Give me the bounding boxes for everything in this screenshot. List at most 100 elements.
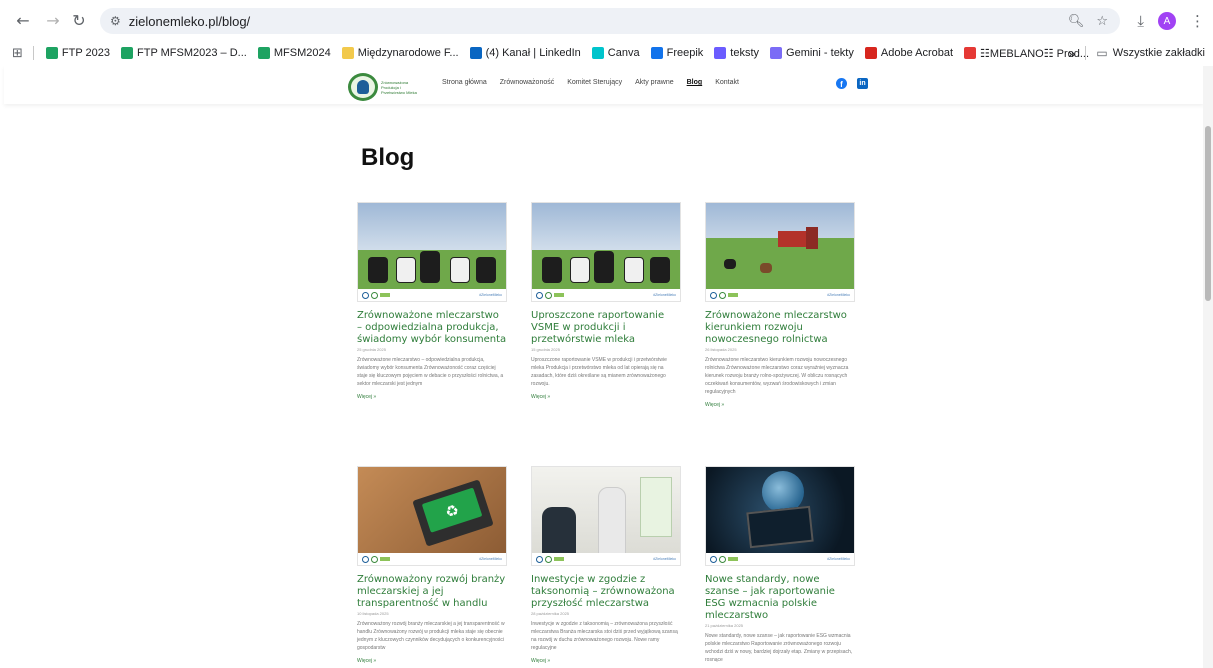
bookmark-item[interactable]: Freepik xyxy=(650,47,703,59)
logo-bar-icon xyxy=(380,557,390,561)
bookmark-item[interactable]: Międzynarodowe F... xyxy=(341,47,459,59)
download-icon[interactable]: ⤓ xyxy=(1137,12,1144,30)
thumbnail-logo-strip: #ZieloneMleko xyxy=(706,289,854,301)
silo xyxy=(806,227,818,249)
profile-avatar[interactable]: A xyxy=(1158,12,1176,30)
read-more-link[interactable]: Więcej » xyxy=(357,394,507,400)
thumbnail-hashtag: #ZieloneMleko xyxy=(653,293,676,297)
menu-kebab-icon[interactable]: ⋮ xyxy=(1190,12,1205,30)
bookmark-label: Międzynarodowe F... xyxy=(357,47,459,59)
post-title-link[interactable]: Nowe standardy, nowe szanse – jak raport… xyxy=(705,574,855,622)
back-arrow-icon[interactable]: ← xyxy=(12,9,34,31)
site-logo[interactable]: Zrównoważona Produkcja i Przetwórstwo Ml… xyxy=(348,72,428,102)
logo-dot-icon xyxy=(371,291,378,299)
address-bar[interactable]: ⚙ zielonemleko.pl/blog/ 🔍︎ ☆ xyxy=(100,8,1120,34)
site-header: Zrównoważona Produkcja i Przetwórstwo Ml… xyxy=(4,66,1204,104)
blog-post-card: #ZieloneMleko Inwestycje w zgodzie z taks… xyxy=(531,466,681,664)
scrollbar[interactable] xyxy=(1203,66,1213,668)
bookmark-item[interactable]: Gemini - tekty xyxy=(770,47,854,59)
nav-link-6[interactable]: Kontakt xyxy=(715,79,739,86)
recycle-icon: ♻ xyxy=(442,500,462,522)
sky xyxy=(532,203,680,257)
thumbnail-hashtag: #ZieloneMleko xyxy=(827,293,850,297)
post-date: 25 grudnia 2025 xyxy=(357,347,386,352)
bookmark-item[interactable]: Canva xyxy=(591,47,640,59)
bookmark-item[interactable]: Adobe Acrobat xyxy=(864,47,953,59)
linkedin-icon[interactable]: in xyxy=(857,78,868,89)
logo-bar-icon xyxy=(554,293,564,297)
bookmark-item[interactable]: (4) Kanał | LinkedIn xyxy=(469,47,581,59)
thumbnail-logo-strip: #ZieloneMleko xyxy=(358,553,506,565)
bookmark-favicon-icon xyxy=(121,47,134,59)
url-text[interactable]: zielonemleko.pl/blog/ xyxy=(129,14,250,29)
post-thumbnail[interactable]: #ZieloneMleko xyxy=(357,202,507,302)
all-bookmarks-folder[interactable]: ▭ Wszystkie zakładki xyxy=(1096,46,1205,60)
post-thumbnail[interactable]: #ZieloneMleko xyxy=(531,202,681,302)
post-title-link[interactable]: Zrównoważony rozwój branży mleczarskiej … xyxy=(357,574,507,610)
bookmark-label: Gemini - tekty xyxy=(786,47,854,59)
tablet xyxy=(746,505,814,549)
logo-dot-icon xyxy=(362,291,369,299)
logo-bar-icon xyxy=(380,293,390,297)
facebook-icon[interactable]: f xyxy=(836,78,847,89)
logo-dot-icon xyxy=(536,291,543,299)
read-more-link[interactable]: Więcej » xyxy=(531,394,681,400)
post-title-link[interactable]: Zrównoważone mleczarstwo kierunkiem rozw… xyxy=(705,310,855,346)
blog-post-card: ♻ #ZieloneMleko Zrównoważony rozwój branży… xyxy=(357,466,507,664)
forward-arrow-icon[interactable]: → xyxy=(42,9,64,31)
cow xyxy=(724,259,736,269)
cow xyxy=(396,257,416,283)
nav-link-4[interactable]: Akty prawne xyxy=(635,79,674,86)
post-title-link[interactable]: Inwestycje w zgodzie z taksonomią – zrów… xyxy=(531,574,681,610)
nav-link-2[interactable]: Zrównoważoność xyxy=(500,79,554,86)
cow xyxy=(650,257,670,283)
thumbnail-logo-strip: #ZieloneMleko xyxy=(532,289,680,301)
post-title-link[interactable]: Uproszczone raportowanie VSME w produkcj… xyxy=(531,310,681,346)
blog-post-card: #ZieloneMleko Nowe standardy, nowe szanse… xyxy=(705,466,855,668)
bookmark-favicon-icon xyxy=(591,47,604,59)
post-excerpt: Zrównoważone mleczarstwo – odpowiedzialn… xyxy=(357,357,504,387)
person xyxy=(542,507,576,555)
nav-link-1[interactable]: Strona główna xyxy=(442,79,487,86)
reload-icon[interactable]: ↻ xyxy=(68,9,90,31)
folder-icon: ▭ xyxy=(1096,46,1108,60)
sky xyxy=(358,203,506,257)
bookmark-item[interactable]: FTP 2023 xyxy=(45,47,110,59)
logo-bar-icon xyxy=(554,557,564,561)
apps-grid-icon[interactable]: ⊞ xyxy=(12,46,23,61)
bookmark-favicon-icon xyxy=(714,47,727,59)
post-title-link[interactable]: Zrównoważone mleczarstwo – odpowiedzialn… xyxy=(357,310,507,346)
post-excerpt: Nowe standardy, nowe szanse – jak raport… xyxy=(705,633,853,663)
post-thumbnail[interactable]: #ZieloneMleko xyxy=(705,202,855,302)
read-more-link[interactable]: Więcej » xyxy=(357,658,507,664)
thumbnail-logo-strip: #ZieloneMleko xyxy=(532,553,680,565)
post-thumbnail[interactable]: ♻ #ZieloneMleko xyxy=(357,466,507,566)
thumbnail-hashtag: #ZieloneMleko xyxy=(653,557,676,561)
blog-post-card: #ZieloneMleko Zrównoważone mleczarstwo – … xyxy=(357,202,507,400)
post-thumbnail[interactable]: #ZieloneMleko xyxy=(705,466,855,566)
logo-bar-icon xyxy=(728,293,738,297)
read-more-link[interactable]: Więcej » xyxy=(705,402,855,408)
logo-dot-icon xyxy=(710,291,717,299)
bookmark-star-icon[interactable]: ☆ xyxy=(1096,14,1108,29)
thumbnail-hashtag: #ZieloneMleko xyxy=(479,557,502,561)
nav-link-3[interactable]: Komitet Sterujący xyxy=(567,79,622,86)
scrollbar-thumb[interactable] xyxy=(1205,126,1211,301)
presentation-board xyxy=(640,477,672,537)
site-info-icon[interactable]: ⚙ xyxy=(110,14,121,28)
read-more-link[interactable]: Więcej » xyxy=(531,658,681,664)
post-thumbnail[interactable]: #ZieloneMleko xyxy=(531,466,681,566)
bookmark-item[interactable]: teksty xyxy=(714,47,759,59)
zoom-icon[interactable]: 🔍︎ xyxy=(1068,14,1085,29)
nav-link-5[interactable]: Blog xyxy=(687,79,703,86)
bookmark-label: teksty xyxy=(730,47,760,59)
person xyxy=(598,487,626,555)
post-excerpt: Zrównoważone mleczarstwo kierunkiem rozw… xyxy=(705,357,849,395)
thumbnail-hashtag: #ZieloneMleko xyxy=(479,293,502,297)
logo-dot-icon xyxy=(362,555,369,563)
social-links: f in xyxy=(836,78,868,89)
cow xyxy=(476,257,496,283)
bookmark-item[interactable]: MFSM2024 xyxy=(257,47,331,59)
bookmark-item[interactable]: FTP MFSM2023 – D... xyxy=(121,47,247,59)
more-bookmarks-button[interactable]: » xyxy=(1068,46,1075,61)
